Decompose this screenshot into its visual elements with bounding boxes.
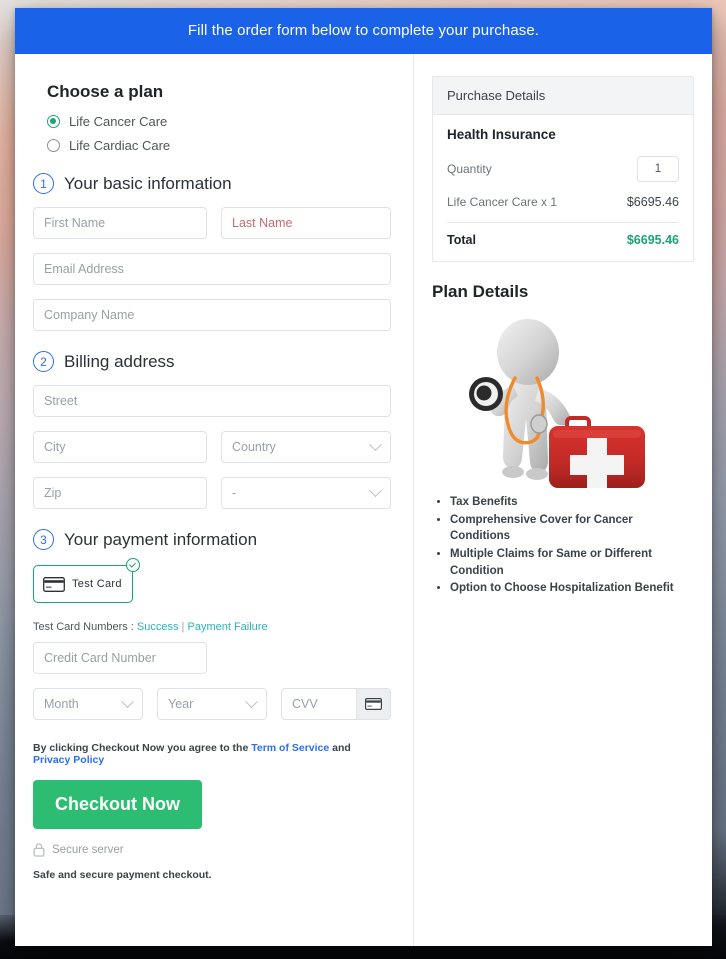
cvv-help-button[interactable]: [356, 689, 390, 719]
check-circle-icon: [126, 558, 140, 572]
line-item-row: Life Cancer Care x 1 $6695.46: [447, 195, 679, 209]
success-link[interactable]: Success: [137, 621, 179, 633]
cvv-input[interactable]: CVV: [282, 689, 356, 719]
chevron-down-icon: [245, 694, 258, 708]
payment-method-test-card[interactable]: Test Card: [33, 565, 133, 603]
purchase-details-header: Purchase Details: [433, 77, 693, 115]
city-country-row: City Country: [33, 431, 391, 463]
radio-icon-unselected[interactable]: [47, 139, 60, 152]
step-header-payment-information: 3 Your payment information: [33, 529, 391, 550]
country-select-value: Country: [232, 440, 276, 454]
credit-card-icon: [43, 576, 65, 592]
payment-method-label: Test Card: [72, 578, 122, 590]
step-title: Your basic information: [64, 173, 232, 193]
first-name-input[interactable]: First Name: [33, 207, 207, 239]
quantity-row: Quantity 1: [447, 156, 679, 182]
line-item-amount: $6695.46: [626, 195, 679, 209]
secure-server-row: Secure server: [33, 843, 391, 857]
expiry-year-value: Year: [168, 697, 194, 711]
plan-option-label: Life Cardiac Care: [69, 138, 171, 153]
list-item: Tax Benefits: [450, 494, 694, 511]
city-input[interactable]: City: [33, 431, 207, 463]
test-card-numbers-prefix: Test Card Numbers :: [33, 621, 137, 633]
plan-benefits-list: Tax Benefits Comprehensive Cover for Can…: [432, 494, 694, 597]
divider: [447, 222, 679, 223]
terms-prefix: By clicking Checkout Now you agree to th…: [33, 742, 252, 754]
name-field-row: First Name Last Name: [33, 207, 391, 239]
payment-failure-link[interactable]: Payment Failure: [187, 621, 267, 633]
purchase-details-card: Purchase Details Health Insurance Quanti…: [432, 76, 694, 262]
expiry-year-select[interactable]: Year: [157, 688, 267, 720]
quantity-label: Quantity: [447, 162, 492, 176]
checkout-now-button[interactable]: Checkout Now: [33, 780, 203, 829]
checkout-page-card: Fill the order form below to complete yo…: [15, 8, 712, 946]
step-title: Billing address: [64, 351, 175, 371]
street-input[interactable]: Street: [33, 385, 391, 417]
email-input[interactable]: Email Address: [33, 253, 391, 285]
step-title: Your payment information: [64, 529, 258, 549]
zip-state-row: Zip -: [33, 477, 391, 509]
choose-a-plan-heading: Choose a plan: [47, 82, 164, 101]
lock-icon: [33, 843, 45, 857]
state-select[interactable]: -: [221, 477, 391, 509]
purchase-details-body: Health Insurance Quantity 1 Life Cancer …: [433, 115, 693, 261]
health-insurance-illustration: [469, 319, 645, 488]
term-of-service-link[interactable]: Term of Service: [251, 742, 329, 754]
privacy-policy-link[interactable]: Privacy Policy: [33, 754, 104, 766]
terms-agreement-text: By clicking Checkout Now you agree to th…: [33, 742, 391, 766]
zip-input[interactable]: Zip: [33, 477, 207, 509]
step-number-badge: 3: [33, 529, 54, 550]
plan-option-label: Life Cancer Care: [69, 114, 168, 129]
state-select-value: -: [232, 486, 237, 500]
list-item: Option to Choose Hospitalization Benefit: [450, 580, 694, 597]
chevron-down-icon: [121, 694, 134, 708]
expiry-cvv-row: Month Year CVV: [33, 688, 391, 720]
total-row: Total $6695.46: [447, 233, 679, 251]
step-header-basic-information: 1 Your basic information: [33, 173, 391, 194]
expiry-month-value: Month: [44, 697, 79, 711]
step-number-badge: 1: [33, 173, 54, 194]
company-field-row: Company Name: [33, 299, 391, 331]
company-name-input[interactable]: Company Name: [33, 299, 391, 331]
country-select[interactable]: Country: [221, 431, 391, 463]
last-name-input[interactable]: Last Name: [221, 207, 391, 239]
total-amount: $6695.46: [626, 233, 679, 247]
terms-mid: and: [329, 742, 351, 754]
list-item: Multiple Claims for Same or Different Co…: [450, 546, 694, 579]
order-form-column: Choose a plan Life Cancer Care Life Card…: [15, 54, 414, 946]
secure-server-label: Secure server: [52, 844, 124, 856]
line-item-label: Life Cancer Care x 1: [447, 195, 558, 209]
chevron-down-icon: [369, 437, 382, 451]
email-field-row: Email Address: [33, 253, 391, 285]
cvv-field-group: CVV: [281, 688, 391, 720]
plan-details-heading: Plan Details: [432, 282, 529, 301]
step-number-badge: 2: [33, 351, 54, 372]
quantity-input[interactable]: 1: [637, 156, 679, 182]
chevron-down-icon: [369, 483, 382, 497]
safe-checkout-note: Safe and secure payment checkout.: [33, 869, 212, 881]
summary-column: Purchase Details Health Insurance Quanti…: [414, 54, 712, 946]
plan-option-life-cardiac-care[interactable]: Life Cardiac Care: [47, 138, 391, 153]
expiry-month-select[interactable]: Month: [33, 688, 143, 720]
product-name: Health Insurance: [447, 127, 556, 142]
plan-option-life-cancer-care[interactable]: Life Cancer Care: [47, 114, 391, 129]
credit-card-number-input[interactable]: Credit Card Number: [33, 642, 207, 674]
radio-icon-selected[interactable]: [47, 115, 60, 128]
card-number-row: Credit Card Number: [33, 642, 391, 674]
list-item: Comprehensive Cover for Cancer Condition…: [450, 512, 694, 545]
total-label: Total: [447, 233, 476, 247]
test-card-method-wrapper: Test Card: [33, 558, 140, 603]
card-back-icon: [365, 698, 382, 710]
step-header-billing-address: 2 Billing address: [33, 351, 391, 372]
street-field-row: Street: [33, 385, 391, 417]
test-card-numbers-line: Test Card Numbers : Success | Payment Fa…: [33, 621, 391, 633]
page-columns: Choose a plan Life Cancer Care Life Card…: [15, 54, 712, 946]
instruction-banner: Fill the order form below to complete yo…: [15, 8, 712, 54]
